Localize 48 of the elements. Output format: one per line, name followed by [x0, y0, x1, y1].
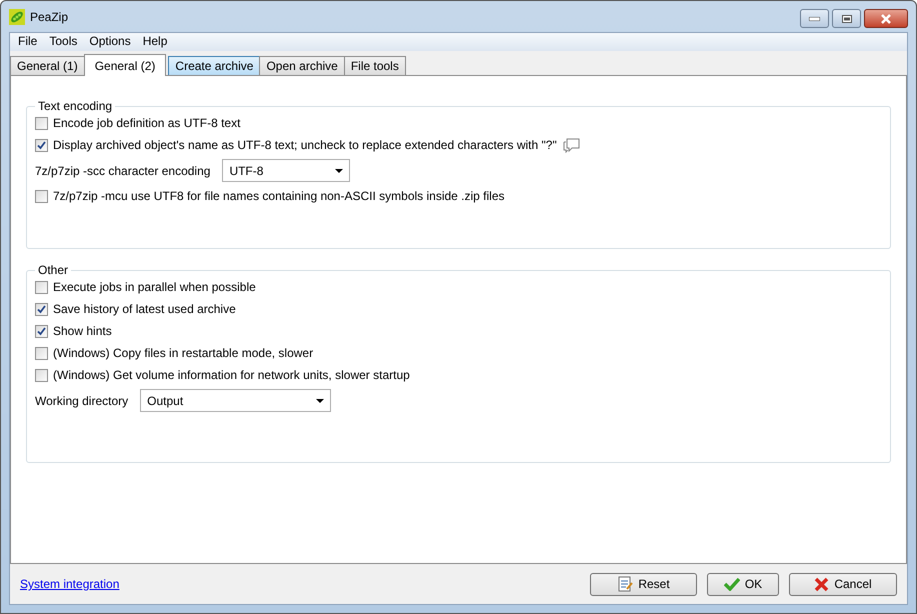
tab[interactable]: General (1): [10, 56, 85, 75]
checkmark-icon: [724, 577, 740, 591]
field-label: Working directory: [35, 394, 128, 408]
window-title: PeaZip: [30, 10, 68, 24]
cancel-button[interactable]: Cancel: [789, 572, 897, 596]
checkbox-label: Show hints: [53, 324, 112, 338]
tab[interactable]: Open archive: [259, 56, 345, 75]
caret-icon: [316, 398, 324, 402]
reset-button[interactable]: Reset: [590, 572, 697, 596]
checkbox-label: Display archived object's name as UTF-8 text; uncheck to replace extended characters with "?": [53, 138, 557, 152]
checkbox-label: Save history of latest used archive: [53, 302, 236, 316]
checkbox-label: (Windows) Get volume information for network units, slower startup: [53, 368, 410, 382]
pea-pod-icon: [9, 8, 25, 24]
cross-icon: [814, 576, 830, 592]
notepad-icon: [617, 576, 634, 592]
checkbox[interactable]: [35, 346, 48, 360]
menu-item[interactable]: Tools: [43, 33, 84, 51]
checkbox-label: Encode job definition as UTF-8 text: [53, 116, 240, 130]
menu-item[interactable]: File: [12, 33, 44, 51]
ok-button[interactable]: OK: [707, 572, 779, 596]
menu-item[interactable]: Options: [83, 33, 137, 51]
checkbox[interactable]: [35, 190, 48, 202]
tab[interactable]: General (2): [84, 54, 166, 76]
checkbox-label: 7z/p7zip -mcu use UTF8 for file names containing non-ASCII symbols inside .zip files: [53, 189, 505, 203]
menu-item[interactable]: Help: [136, 33, 174, 51]
tab[interactable]: File tools: [344, 56, 406, 75]
tab[interactable]: Create archive: [168, 56, 260, 75]
checkbox[interactable]: [35, 324, 48, 338]
checkbox[interactable]: [35, 138, 48, 152]
checkbox[interactable]: [35, 302, 48, 316]
system-integration-link[interactable]: System integration: [20, 577, 120, 591]
group-title: Other: [37, 263, 70, 277]
checkbox[interactable]: [35, 368, 48, 382]
close-icon: [880, 14, 892, 24]
minimize-button[interactable]: [800, 9, 829, 28]
field-label: 7z/p7zip -scc character encoding: [35, 164, 210, 178]
dropdown[interactable]: UTF-8: [222, 159, 350, 182]
dropdown[interactable]: Output: [140, 389, 332, 412]
checkbox-label: (Windows) Copy files in restartable mode, slower: [53, 346, 314, 360]
checkbox[interactable]: [35, 116, 48, 130]
group-title: Text encoding: [37, 99, 114, 113]
checkbox-label: Execute jobs in parallel when possible: [53, 280, 256, 294]
maximize-button[interactable]: [832, 9, 861, 28]
close-button[interactable]: [864, 9, 908, 28]
caret-icon: [335, 168, 344, 172]
maximize-icon: [842, 14, 852, 22]
checkbox[interactable]: [35, 280, 48, 294]
minimize-icon: [809, 16, 820, 20]
